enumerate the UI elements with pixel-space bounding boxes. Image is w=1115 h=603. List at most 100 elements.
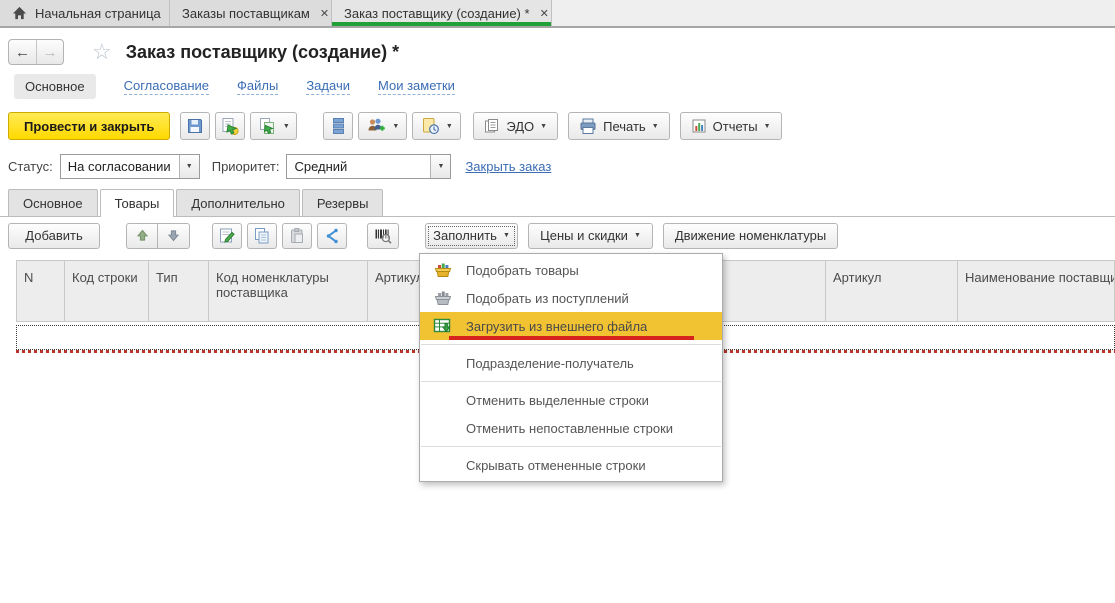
chevron-down-icon: ▼ [540,123,547,130]
reports-label: Отчеты [713,119,758,134]
fill-label: Заполнить [433,228,497,243]
move-down-button[interactable] [158,223,190,249]
move-row-group [126,223,190,249]
menu-item-cancel-selected-rows[interactable]: Отменить выделенные строки [420,386,722,414]
print-button[interactable]: Печать ▼ [568,112,670,140]
reminder-button[interactable]: ▼ [412,112,461,140]
forward-arrow-icon: → [43,44,58,61]
menu-item-cancel-undelivered-rows[interactable]: Отменить непоставленные строки [420,414,722,442]
priority-dropdown-button[interactable]: ▼ [430,155,450,178]
menu-item-label: Подразделение-получатель [466,356,722,371]
column-header-article-2[interactable]: Артикул [826,261,958,321]
register-records-button[interactable] [323,112,353,140]
status-label: Статус: [8,159,53,174]
menu-item-label: Загрузить из внешнего файла [466,319,722,334]
status-row: Статус: На согласовании ▼ Приоритет: Сре… [0,148,1115,184]
page-title: Заказ поставщику (создание) * [126,42,399,63]
paste-row-button[interactable] [282,223,312,249]
post-and-close-button[interactable]: Провести и закрыть [8,112,170,140]
item-movement-button[interactable]: Движение номенклатуры [663,223,838,249]
print-label: Печать [603,119,646,134]
form-tabs: Основное Товары Дополнительно Резервы [0,184,1115,217]
menu-item-receiver-department[interactable]: Подразделение-получатель [420,349,722,377]
copy-row-button[interactable] [247,223,277,249]
menu-item-label: Подобрать товары [466,263,722,278]
create-based-on-button[interactable]: ▼ [250,112,297,140]
tab-reserves[interactable]: Резервы [302,189,384,216]
edo-button[interactable]: ЭДО ▼ [473,112,558,140]
priority-combobox[interactable]: Средний ▼ [286,154,451,179]
nav-item-notes[interactable]: Мои заметки [378,78,455,95]
edit-row-button[interactable] [212,223,242,249]
item-movement-label: Движение номенклатуры [675,228,826,243]
column-header-line-code[interactable]: Код строки [65,261,149,321]
nav-item-approval[interactable]: Согласование [124,78,209,95]
chevron-down-icon: ▼ [446,123,453,130]
nav-item-main[interactable]: Основное [14,74,96,99]
menu-separator [421,344,721,345]
prices-discounts-label: Цены и скидки [540,228,628,243]
close-order-link[interactable]: Закрыть заказ [465,159,551,174]
table-toolbar: Добавить [0,217,1115,254]
arrow-up-icon [136,229,149,242]
forward-button[interactable]: → [36,40,63,64]
column-header-supplier-item-code[interactable]: Код номенклатуры поставщика [209,261,368,321]
prices-discounts-button[interactable]: Цены и скидки ▼ [528,223,653,249]
reports-button[interactable]: Отчеты ▼ [680,112,782,140]
menu-item-load-external-file[interactable]: Загрузить из внешнего файла [420,312,722,340]
add-row-button[interactable]: Добавить [8,223,100,249]
barcode-scan-button[interactable] [367,223,399,249]
tab-main-label: Основное [23,196,83,211]
chevron-down-icon: ▼ [437,163,444,170]
nav-item-files[interactable]: Файлы [237,78,278,95]
tab-main[interactable]: Основное [8,189,98,216]
status-combobox[interactable]: На согласовании ▼ [60,154,200,179]
menu-item-label: Отменить непоставленные строки [466,421,722,436]
close-icon[interactable]: ✕ [320,7,329,20]
status-dropdown-button[interactable]: ▼ [179,155,199,178]
move-up-button[interactable] [126,223,158,249]
column-header-supplier-name[interactable]: Наименование поставщика [958,261,1114,321]
tab-order-create[interactable]: Заказ поставщику (создание) * ✕ [332,0,552,26]
save-button[interactable] [180,112,210,140]
chevron-down-icon: ▼ [283,123,290,130]
red-underline-annotation [449,336,694,340]
menu-item-pick-from-receipts[interactable]: Подобрать из поступлений [420,284,722,312]
favorite-star-icon[interactable]: ☆ [92,41,112,63]
command-bar: Провести и закрыть ▼ ▼ [0,104,1115,148]
column-header-n[interactable]: N [17,261,65,321]
menu-item-label: Подобрать из поступлений [466,291,722,306]
menu-separator [421,446,721,447]
home-icon [12,6,27,20]
save-icon [186,117,204,135]
column-header-type[interactable]: Тип [149,261,209,321]
priority-value: Средний [287,155,430,178]
load-external-file-icon [420,318,466,334]
reports-icon [691,118,707,134]
post-document-button[interactable] [215,112,245,140]
copy-icon [253,227,271,245]
tab-home[interactable]: Начальная страница [0,0,170,26]
nav-item-tasks[interactable]: Задачи [306,78,350,95]
tab-orders-list[interactable]: Заказы поставщикам ✕ [170,0,332,26]
printer-icon [579,118,597,135]
edo-icon [484,118,500,134]
paste-icon [288,227,306,245]
back-button[interactable]: ← [9,40,36,64]
tab-goods[interactable]: Товары [100,189,175,217]
reminder-icon [421,117,440,135]
edit-icon [218,227,236,245]
close-icon[interactable]: ✕ [540,7,549,20]
fill-menu-button[interactable]: Заполнить ▼ [425,223,518,249]
assign-task-button[interactable]: ▼ [358,112,407,140]
menu-item-hide-canceled-rows[interactable]: Скрывать отмененные строки [420,451,722,479]
create-based-on-icon [258,117,277,136]
tab-additional[interactable]: Дополнительно [176,189,300,216]
tab-goods-label: Товары [115,196,160,211]
barcode-icon [374,228,392,244]
menu-item-pick-goods[interactable]: Подобрать товары [420,256,722,284]
tab-home-label: Начальная страница [35,6,161,21]
nav-links-row: Основное Согласование Файлы Задачи Мои з… [0,68,1115,104]
split-rows-button[interactable] [317,223,347,249]
window-tabbar: Начальная страница Заказы поставщикам ✕ … [0,0,1115,28]
